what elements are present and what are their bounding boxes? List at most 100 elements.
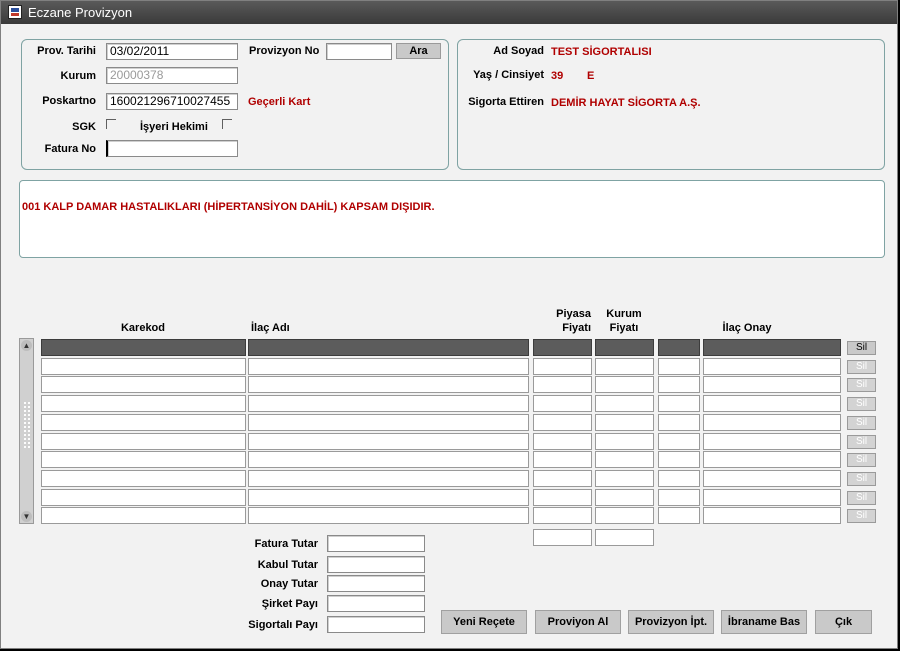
extra-cell[interactable] bbox=[658, 414, 700, 431]
onay-tutar-field[interactable] bbox=[327, 575, 425, 592]
extra-cell[interactable] bbox=[658, 358, 700, 375]
scroll-up-icon[interactable]: ▲ bbox=[21, 340, 32, 351]
kurum-fiyati-cell[interactable] bbox=[595, 376, 654, 393]
ilac-onay-cell[interactable] bbox=[703, 358, 841, 375]
poskartno-field[interactable]: 160021296710027455 bbox=[106, 93, 238, 110]
kabul-tutar-field[interactable] bbox=[327, 556, 425, 573]
sil-button[interactable]: Sil bbox=[847, 453, 876, 467]
ilac-onay-cell[interactable] bbox=[703, 470, 841, 487]
sigortali-payi-field[interactable] bbox=[327, 616, 425, 633]
sil-button[interactable]: Sil bbox=[847, 509, 876, 523]
piyasa-fiyati-cell[interactable] bbox=[533, 451, 592, 468]
piyasa-fiyati-cell[interactable] bbox=[533, 376, 592, 393]
scroll-down-icon[interactable]: ▼ bbox=[21, 511, 32, 522]
piyasa-fiyati-cell[interactable] bbox=[533, 507, 592, 524]
header-piyasa-line2: Fiyatı bbox=[562, 322, 591, 334]
kurum-fiyati-cell[interactable] bbox=[595, 395, 654, 412]
piyasa-fiyati-cell[interactable] bbox=[533, 433, 592, 450]
ilac-onay-cell[interactable] bbox=[703, 433, 841, 450]
header-kurum-line1: Kurum bbox=[606, 308, 642, 320]
ilac-adi-cell[interactable] bbox=[248, 376, 529, 393]
grid-scrollbar[interactable]: ▲ ▼ bbox=[19, 338, 34, 524]
ilac-adi-cell[interactable] bbox=[248, 339, 529, 356]
yeni-recete-button[interactable]: Yeni Reçete bbox=[441, 610, 527, 634]
provizyon-no-label: Provizyon No bbox=[249, 45, 320, 57]
piyasa-fiyati-cell[interactable] bbox=[533, 339, 592, 356]
ilac-adi-cell[interactable] bbox=[248, 507, 529, 524]
ilac-onay-cell[interactable] bbox=[703, 507, 841, 524]
karekod-cell[interactable] bbox=[41, 395, 246, 412]
ilac-onay-cell[interactable] bbox=[703, 451, 841, 468]
extra-cell[interactable] bbox=[658, 451, 700, 468]
extra-cell[interactable] bbox=[658, 395, 700, 412]
sirket-payi-field[interactable] bbox=[327, 595, 425, 612]
piyasa-fiyati-cell[interactable] bbox=[533, 470, 592, 487]
provizyon-no-field[interactable] bbox=[326, 43, 392, 60]
ilac-adi-cell[interactable] bbox=[248, 489, 529, 506]
karekod-cell[interactable] bbox=[41, 489, 246, 506]
sil-button[interactable]: Sil bbox=[847, 341, 876, 355]
ibraname-bas-button[interactable]: İbraname Bas bbox=[721, 610, 807, 634]
extra-cell[interactable] bbox=[658, 470, 700, 487]
ilac-onay-cell[interactable] bbox=[703, 376, 841, 393]
extra-cell[interactable] bbox=[658, 489, 700, 506]
kurum-fiyati-cell[interactable] bbox=[595, 433, 654, 450]
sil-button[interactable]: Sil bbox=[847, 378, 876, 392]
karekod-cell[interactable] bbox=[41, 433, 246, 450]
window-title: Eczane Provizyon bbox=[28, 5, 133, 20]
extra-cell[interactable] bbox=[658, 376, 700, 393]
kurum-fiyati-cell[interactable] bbox=[595, 489, 654, 506]
kurum-fiyati-cell[interactable] bbox=[595, 470, 654, 487]
kurum-fiyati-cell[interactable] bbox=[595, 358, 654, 375]
sil-button[interactable]: Sil bbox=[847, 491, 876, 505]
prov-tarihi-field[interactable]: 03/02/2011 bbox=[106, 43, 238, 60]
ara-button[interactable]: Ara bbox=[396, 43, 441, 59]
ilac-adi-cell[interactable] bbox=[248, 433, 529, 450]
isyeri-hekimi-checkbox[interactable] bbox=[222, 119, 232, 129]
ilac-adi-cell[interactable] bbox=[248, 470, 529, 487]
fatura-no-field[interactable] bbox=[106, 140, 238, 157]
karekod-cell[interactable] bbox=[41, 339, 246, 356]
extra-cell[interactable] bbox=[658, 433, 700, 450]
ilac-onay-cell[interactable] bbox=[703, 414, 841, 431]
extra-cell[interactable] bbox=[658, 339, 700, 356]
sil-button[interactable]: Sil bbox=[847, 435, 876, 449]
kurum-fiyati-cell[interactable] bbox=[595, 507, 654, 524]
piyasa-total-field bbox=[533, 529, 592, 546]
piyasa-fiyati-cell[interactable] bbox=[533, 489, 592, 506]
sil-button[interactable]: Sil bbox=[847, 416, 876, 430]
app-icon bbox=[8, 5, 22, 19]
kurum-label: Kurum bbox=[60, 70, 96, 82]
sgk-checkbox[interactable] bbox=[106, 119, 116, 129]
karekod-cell[interactable] bbox=[41, 507, 246, 524]
sil-button[interactable]: Sil bbox=[847, 472, 876, 486]
ilac-onay-cell[interactable] bbox=[703, 489, 841, 506]
kart-status: Geçerli Kart bbox=[248, 96, 311, 108]
piyasa-fiyati-cell[interactable] bbox=[533, 358, 592, 375]
piyasa-fiyati-cell[interactable] bbox=[533, 395, 592, 412]
karekod-cell[interactable] bbox=[41, 376, 246, 393]
kurum-fiyati-cell[interactable] bbox=[595, 451, 654, 468]
kurum-fiyati-cell[interactable] bbox=[595, 339, 654, 356]
provizyon-ipt-button[interactable]: Provizyon İpt. bbox=[628, 610, 714, 634]
message-box: 001 KALP DAMAR HASTALIKLARI (HİPERTANSİY… bbox=[19, 180, 885, 258]
ilac-adi-cell[interactable] bbox=[248, 451, 529, 468]
cik-button[interactable]: Çık bbox=[815, 610, 872, 634]
karekod-cell[interactable] bbox=[41, 451, 246, 468]
ilac-adi-cell[interactable] bbox=[248, 395, 529, 412]
karekod-cell[interactable] bbox=[41, 414, 246, 431]
extra-cell[interactable] bbox=[658, 507, 700, 524]
sil-button[interactable]: Sil bbox=[847, 360, 876, 374]
ilac-adi-cell[interactable] bbox=[248, 358, 529, 375]
fatura-tutar-field[interactable] bbox=[327, 535, 425, 552]
ilac-adi-cell[interactable] bbox=[248, 414, 529, 431]
kurum-fiyati-cell[interactable] bbox=[595, 414, 654, 431]
karekod-cell[interactable] bbox=[41, 470, 246, 487]
ilac-onay-cell[interactable] bbox=[703, 339, 841, 356]
scroll-grip-icon[interactable] bbox=[23, 401, 30, 449]
ilac-onay-cell[interactable] bbox=[703, 395, 841, 412]
provizyon-al-button[interactable]: Proviyon Al bbox=[535, 610, 621, 634]
sil-button[interactable]: Sil bbox=[847, 397, 876, 411]
karekod-cell[interactable] bbox=[41, 358, 246, 375]
piyasa-fiyati-cell[interactable] bbox=[533, 414, 592, 431]
